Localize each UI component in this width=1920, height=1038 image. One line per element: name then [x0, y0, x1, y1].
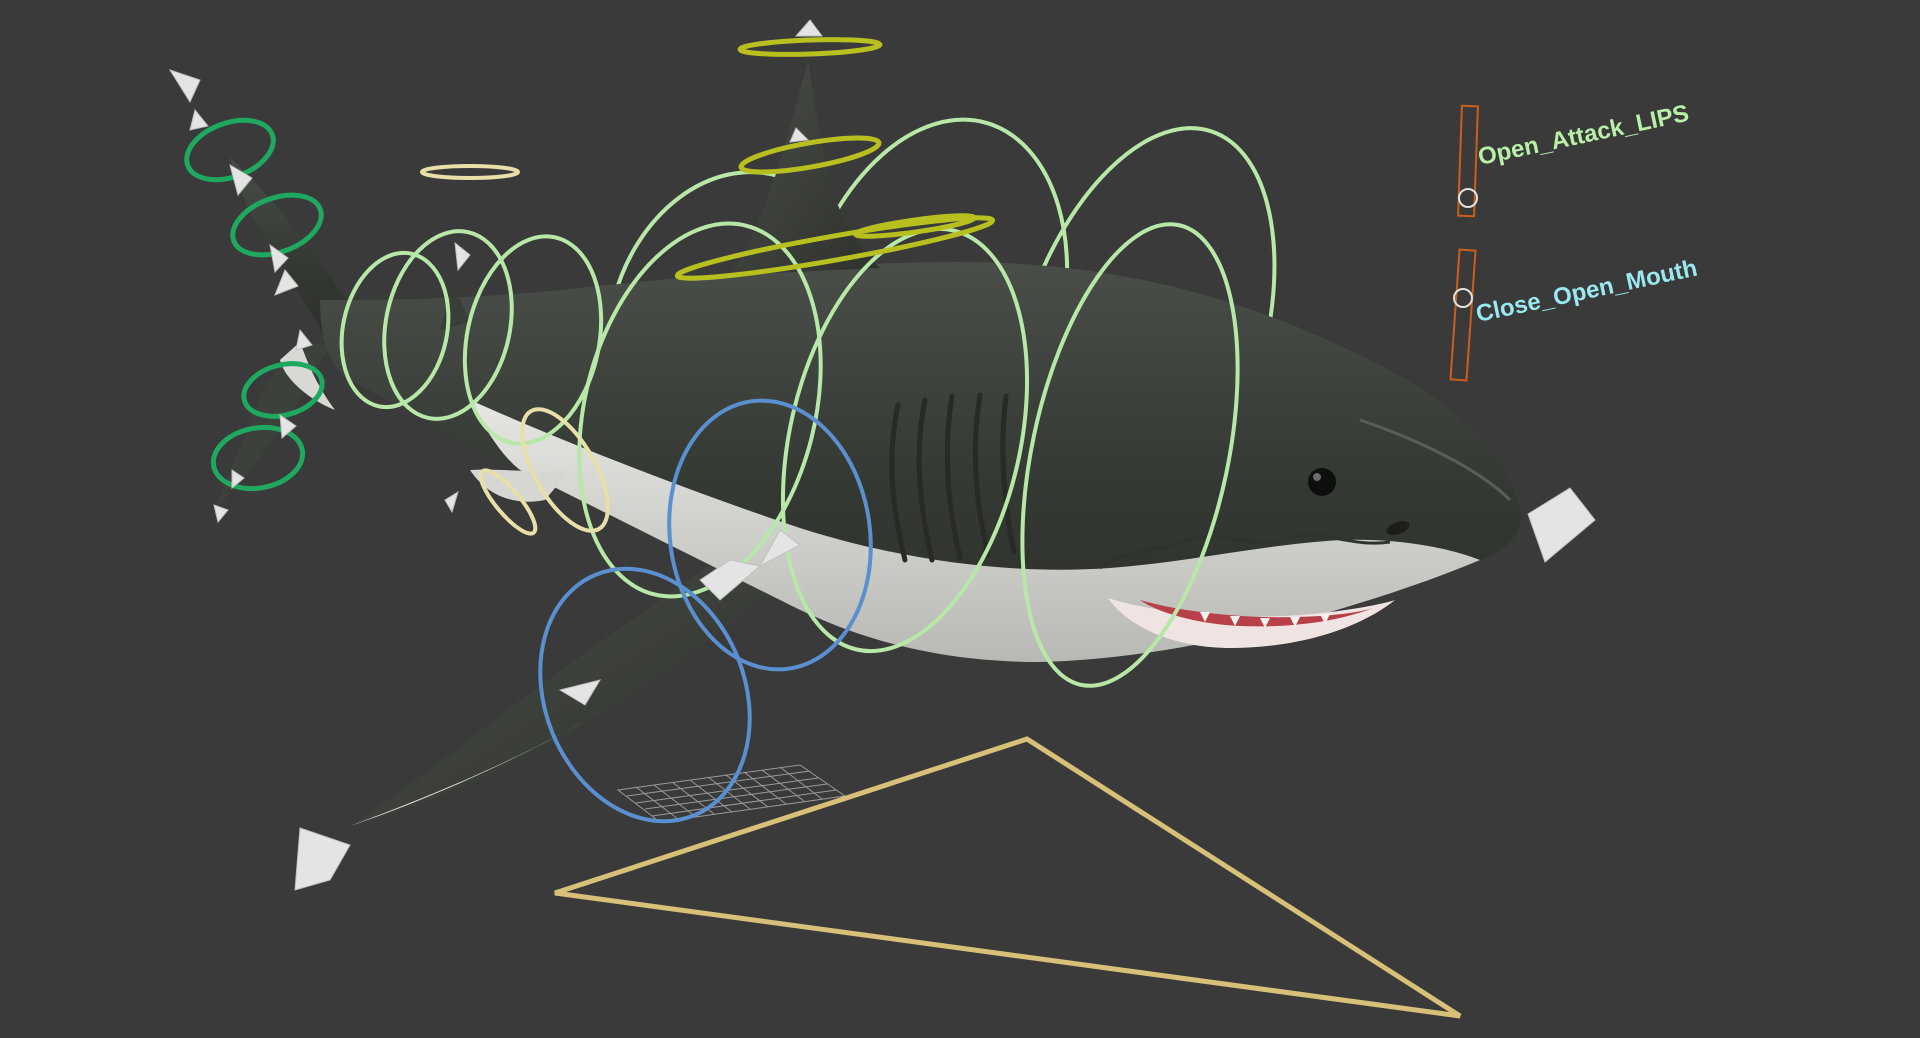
control-close-open-mouth[interactable]: Close_Open_Mouth — [1449, 248, 1700, 382]
control-frame — [1457, 104, 1479, 218]
scene-canvas[interactable]: Open_Attack_LIPS Close_Open_Mouth — [0, 0, 1920, 1038]
control-label: Open_Attack_LIPS — [1476, 100, 1692, 171]
control-label: Close_Open_Mouth — [1474, 255, 1700, 328]
3d-viewport[interactable]: Open_Attack_LIPS Close_Open_Mouth — [0, 0, 1920, 1038]
ground-grid[interactable] — [616, 764, 847, 823]
control-open-attack-lips[interactable]: Open_Attack_LIPS — [1457, 100, 1692, 218]
shark-eye — [1308, 468, 1336, 496]
control-frame — [1449, 248, 1477, 382]
